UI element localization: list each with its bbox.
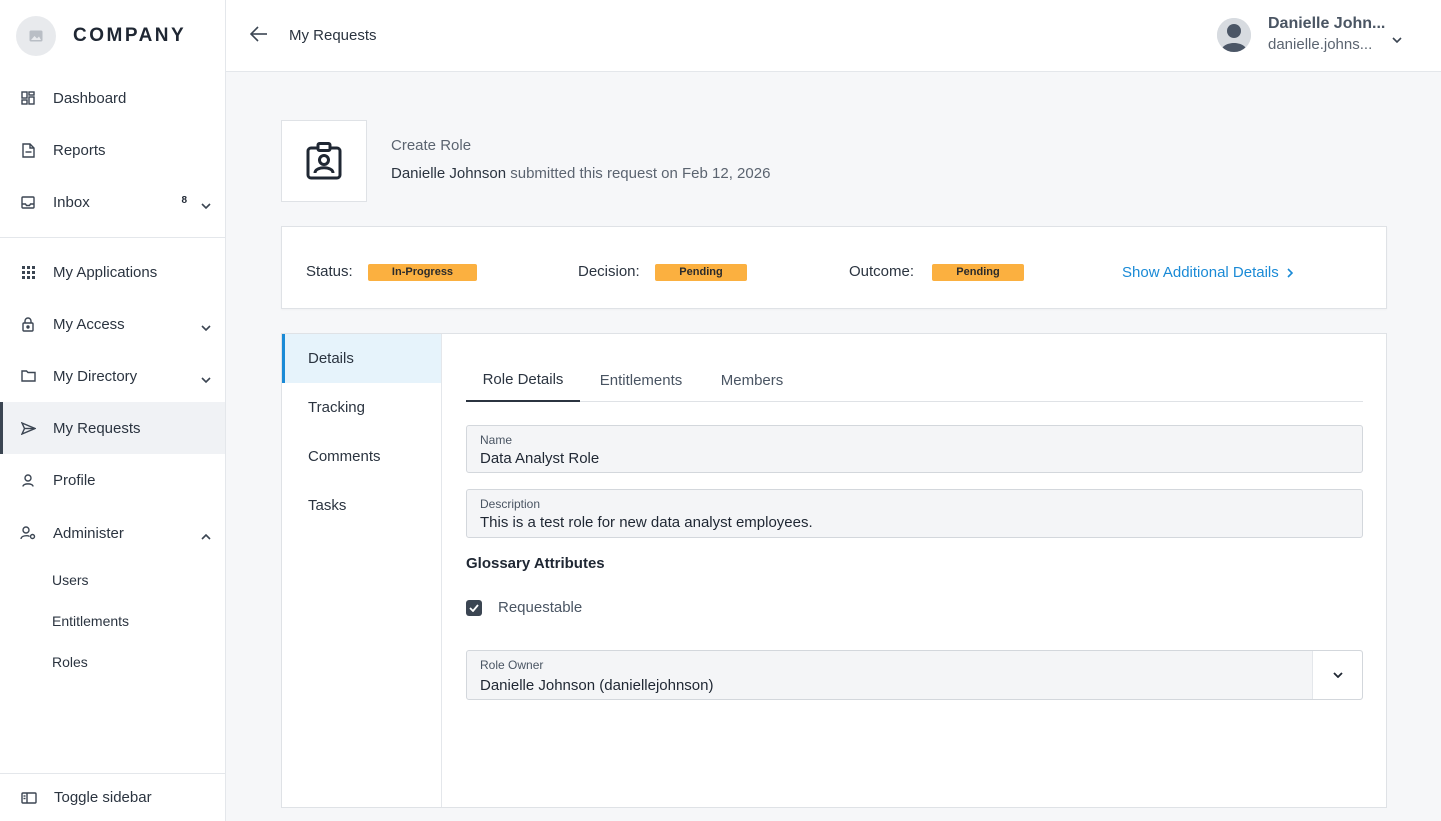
toggle-sidebar-label: Toggle sidebar: [54, 789, 152, 806]
inbox-count-badge: 8: [181, 195, 187, 206]
request-type-icon: [281, 120, 367, 202]
user-settings-icon: [20, 525, 36, 541]
requestable-label: Requestable: [498, 599, 583, 616]
user-email: danielle.johns...: [1268, 36, 1373, 53]
user-avatar[interactable]: [1217, 18, 1251, 52]
grid-icon: [20, 264, 36, 280]
sidebar-subitem-users[interactable]: Users: [52, 572, 89, 588]
folder-icon: [20, 368, 36, 384]
sidebar-item-dashboard[interactable]: Dashboard: [0, 72, 225, 124]
dashboard-icon: [20, 90, 36, 106]
decision-badge: Pending: [655, 264, 747, 281]
outcome-label: Outcome:: [849, 263, 915, 280]
sidebar-item-label: Dashboard: [53, 89, 127, 107]
document-icon: [20, 142, 36, 158]
side-tab-details[interactable]: Details: [282, 334, 441, 383]
name-field[interactable]: Name Data Analyst Role: [466, 425, 1363, 473]
status-card: Status: In-Progress Decision: Pending Ou…: [281, 226, 1387, 309]
chevron-up-icon[interactable]: [201, 527, 211, 544]
sidebar-item-my-access[interactable]: My Access: [0, 298, 225, 350]
request-submission-info: Danielle Johnson submitted this request …: [391, 165, 770, 182]
inbox-icon: [20, 194, 36, 210]
page-title: My Requests: [289, 27, 377, 44]
decision-label: Decision:: [578, 263, 640, 280]
sidebar-item-label: My Access: [53, 315, 125, 333]
sidebar-item-label: My Applications: [53, 263, 158, 281]
request-submitter: Danielle Johnson: [391, 165, 507, 182]
show-additional-details-label: Show Additional Details: [1122, 264, 1279, 281]
sidebar-item-administer[interactable]: Administer: [0, 507, 225, 559]
role-owner-value: Danielle Johnson (daniellejohnson): [480, 677, 714, 694]
sidebar-item-label: My Directory: [53, 367, 138, 385]
request-detail-panel: Details Tracking Comments Tasks Role Det…: [281, 333, 1387, 808]
sidebar-item-my-directory[interactable]: My Directory: [0, 350, 225, 402]
lock-icon: [20, 316, 36, 332]
sidebar-subitem-entitlements[interactable]: Entitlements: [52, 613, 129, 629]
top-header: My Requests Danielle John... danielle.jo…: [226, 0, 1441, 72]
role-owner-select[interactable]: Role Owner Danielle Johnson (daniellejoh…: [466, 650, 1363, 700]
sidebar-item-label: Inbox: [53, 193, 90, 211]
user-name: Danielle John...: [1268, 15, 1386, 32]
description-field-value: This is a test role for new data analyst…: [480, 514, 813, 531]
chevron-down-icon: [1332, 672, 1343, 678]
sidebar-item-reports[interactable]: Reports: [0, 124, 225, 176]
tab-entitlements[interactable]: Entitlements: [586, 358, 696, 402]
sidebar-item-label: Administer: [53, 524, 124, 542]
side-tab-tracking[interactable]: Tracking: [282, 383, 441, 432]
sidebar-item-label: My Requests: [53, 419, 141, 437]
description-field-label: Description: [480, 497, 541, 511]
sidebar-item-my-applications[interactable]: My Applications: [0, 246, 225, 298]
toggle-sidebar-button[interactable]: Toggle sidebar: [0, 773, 225, 821]
requestable-checkbox[interactable]: [466, 600, 482, 616]
sidebar-panel-icon: [21, 791, 37, 804]
outcome-badge: Pending: [932, 264, 1024, 281]
chevron-down-icon[interactable]: [201, 196, 211, 213]
request-title: Create Role: [391, 137, 472, 154]
sidebar-item-label: Profile: [53, 471, 96, 489]
checkmark-icon: [469, 604, 479, 612]
person-icon: [20, 472, 36, 488]
logo-image-icon: [16, 16, 56, 56]
tab-members[interactable]: Members: [706, 358, 798, 402]
chevron-down-icon[interactable]: [201, 318, 211, 335]
description-field[interactable]: Description This is a test role for new …: [466, 489, 1363, 538]
sidebar-subitem-roles[interactable]: Roles: [52, 654, 88, 670]
sidebar: COMPANY Dashboard Reports Inbox 8 My App…: [0, 0, 226, 821]
back-arrow-icon[interactable]: [249, 26, 268, 47]
send-icon: [20, 420, 36, 436]
side-tab-tasks[interactable]: Tasks: [282, 481, 441, 530]
glossary-attributes-heading: Glossary Attributes: [466, 555, 605, 572]
side-tab-comments[interactable]: Comments: [282, 432, 441, 481]
chevron-down-icon[interactable]: [1392, 30, 1402, 48]
name-field-label: Name: [480, 433, 513, 447]
tab-role-details[interactable]: Role Details: [466, 358, 580, 402]
brand-name: COMPANY: [73, 25, 187, 46]
show-additional-details-link[interactable]: Show Additional Details: [1122, 264, 1293, 281]
sidebar-item-profile[interactable]: Profile: [0, 454, 225, 506]
role-tabs: Role Details Entitlements Members: [466, 358, 1363, 402]
status-label: Status:: [306, 263, 353, 280]
sidebar-item-label: Reports: [53, 141, 106, 159]
chevron-down-icon[interactable]: [201, 370, 211, 387]
sidebar-item-my-requests[interactable]: My Requests: [0, 402, 225, 454]
chevron-right-icon: [1287, 267, 1293, 278]
detail-side-tabs: Details Tracking Comments Tasks: [282, 334, 442, 807]
sidebar-item-inbox[interactable]: Inbox 8: [0, 176, 225, 228]
role-owner-dropdown-button[interactable]: [1312, 651, 1362, 699]
request-submitted-text: submitted this request on Feb 12, 2026: [510, 165, 771, 182]
brand: COMPANY: [0, 0, 225, 72]
status-badge: In-Progress: [368, 264, 477, 281]
role-owner-label: Role Owner: [480, 658, 544, 672]
name-field-value: Data Analyst Role: [480, 450, 600, 467]
sidebar-divider: [0, 237, 225, 238]
